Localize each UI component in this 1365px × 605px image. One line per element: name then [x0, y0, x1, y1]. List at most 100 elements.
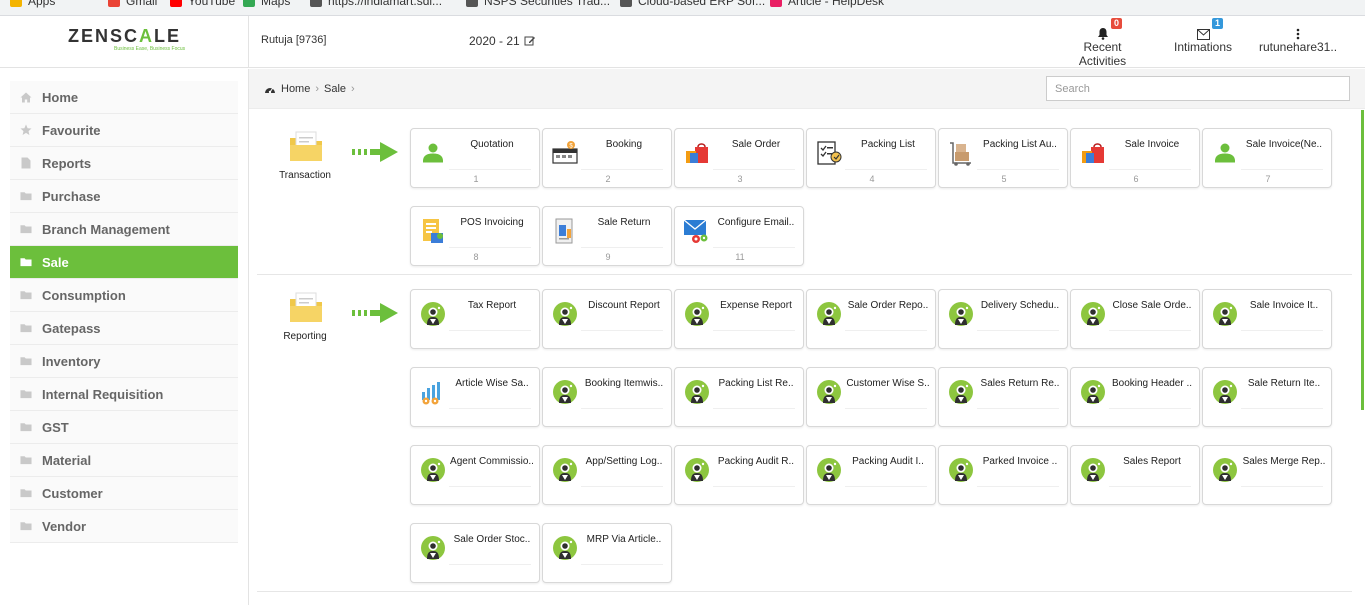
intimations-button[interactable]: 1 Intimations [1173, 18, 1233, 54]
home-icon [20, 92, 32, 103]
module-tile[interactable]: Close Sale Orde.. [1070, 289, 1200, 349]
bookmark-item[interactable]: YouTube [170, 0, 235, 8]
sidebar-item-gatepass[interactable]: Gatepass [10, 312, 238, 345]
account-label: rutunehare31.. [1258, 40, 1338, 54]
module-tile[interactable]: Packing Audit I.. [806, 445, 936, 505]
sidebar-item-material[interactable]: Material [10, 444, 238, 477]
bookmark-item[interactable]: Maps [243, 0, 290, 8]
module-tile[interactable]: Tax Report [410, 289, 540, 349]
bookmark-item[interactable]: https://indiamart.sdi... [310, 0, 442, 8]
sidebar-item-purchase[interactable]: Purchase [10, 180, 238, 213]
module-tile[interactable]: Article Wise Sa.. [410, 367, 540, 427]
module-tile[interactable]: Sale Order 3 [674, 128, 804, 188]
tile-divider [449, 486, 531, 487]
module-tile[interactable]: Booking Itemwis.. [542, 367, 672, 427]
module-tile[interactable]: Sale Invoice 6 [1070, 128, 1200, 188]
account-menu[interactable]: rutunehare31.. [1258, 22, 1338, 54]
tile-label: MRP Via Article.. [586, 534, 662, 545]
folder-icon [20, 290, 32, 300]
breadcrumb: Home › Sale › [264, 83, 355, 95]
module-tile[interactable]: Sale Return 9 [542, 206, 672, 266]
search-input[interactable] [1046, 76, 1350, 101]
sidebar-item-gst[interactable]: GST [10, 411, 238, 444]
module-tile[interactable]: Customer Wise S.. [806, 367, 936, 427]
app-header: ZENSCALE Business Ease, Business Focus R… [0, 16, 1365, 68]
module-tile[interactable]: Parked Invoice .. [938, 445, 1068, 505]
tile-divider [845, 169, 927, 170]
module-tile[interactable]: Sale Return Ite.. [1202, 367, 1332, 427]
tile-divider [449, 247, 531, 248]
module-tile[interactable]: POS Invoicing 8 [410, 206, 540, 266]
logo[interactable]: ZENSCALE [68, 26, 181, 47]
bookmark-item[interactable]: Cloud-based ERP Sof... [620, 0, 765, 8]
envelope-icon [1196, 29, 1210, 40]
report-person-icon [419, 534, 447, 562]
bookmark-item[interactable]: Apps [10, 0, 55, 8]
module-tile[interactable]: App/Setting Log.. [542, 445, 672, 505]
breadcrumb-current[interactable]: Sale [324, 83, 346, 95]
shopping-bag-icon [683, 139, 711, 167]
breadcrumb-home[interactable]: Home [281, 83, 310, 95]
module-tile[interactable]: Sale Invoice It.. [1202, 289, 1332, 349]
user-info: Rutuja [9736] [261, 34, 327, 46]
sidebar-item-consumption[interactable]: Consumption [10, 279, 238, 312]
sidebar-item-inventory[interactable]: Inventory [10, 345, 238, 378]
sidebar-item-label: Inventory [42, 353, 101, 369]
bookmark-item[interactable]: NSPS Securities Trad... [466, 0, 610, 8]
bookmark-icon [170, 0, 182, 7]
module-tile[interactable]: $ Booking 2 [542, 128, 672, 188]
module-tile[interactable]: MRP Via Article.. [542, 523, 672, 583]
bookmark-label: Apps [28, 0, 56, 8]
module-tile[interactable]: Sale Invoice(Ne.. 7 [1202, 128, 1332, 188]
module-tile[interactable]: Quotation 1 [410, 128, 540, 188]
module-tile[interactable]: Sales Return Re.. [938, 367, 1068, 427]
recent-activities-button[interactable]: 0 Recent Activities [1060, 18, 1145, 68]
financial-year[interactable]: 2020 - 21 [469, 34, 536, 48]
sidebar-item-label: Home [42, 89, 79, 105]
sidebar-item-branch-management[interactable]: Branch Management [10, 213, 238, 246]
breadcrumb-separator: › [351, 83, 355, 95]
tile-divider [845, 330, 927, 331]
module-tile[interactable]: Sale Order Stoc.. [410, 523, 540, 583]
sidebar-item-home[interactable]: Home [10, 81, 238, 114]
pos-icon [419, 217, 447, 245]
folder-icon [288, 289, 322, 323]
module-tile[interactable]: Configure Email.. 11 [674, 206, 804, 266]
module-tile[interactable]: Packing List Au.. 5 [938, 128, 1068, 188]
tile-label: Discount Report [588, 300, 660, 311]
tile-label: App/Setting Log.. [585, 456, 663, 467]
tile-divider [1109, 486, 1191, 487]
module-tile[interactable]: Expense Report [674, 289, 804, 349]
sidebar-item-reports[interactable]: Reports [10, 147, 238, 180]
sidebar-item-vendor[interactable]: Vendor [10, 510, 238, 543]
module-tile[interactable]: Discount Report [542, 289, 672, 349]
sidebar-item-customer[interactable]: Customer [10, 477, 238, 510]
report-person-icon [1211, 456, 1239, 484]
module-tile[interactable]: Booking Header .. [1070, 367, 1200, 427]
module-tile[interactable]: Packing Audit R.. [674, 445, 804, 505]
module-tile[interactable]: Packing List Re.. [674, 367, 804, 427]
sidebar-item-sale[interactable]: Sale [10, 246, 238, 279]
module-tile[interactable]: Delivery Schedu.. [938, 289, 1068, 349]
module-tile[interactable]: Sales Merge Rep.. [1202, 445, 1332, 505]
folder-icon [20, 257, 32, 267]
module-tile[interactable]: Agent Commissio.. [410, 445, 540, 505]
tile-divider [449, 169, 531, 170]
folder-icon [20, 488, 32, 498]
tile-divider [977, 330, 1059, 331]
bookmark-item[interactable]: Article - HelpDesk [770, 0, 884, 8]
group-label: Reporting [283, 331, 327, 342]
tile-divider [1241, 330, 1323, 331]
tile-divider [1109, 330, 1191, 331]
sidebar-item-favourite[interactable]: Favourite [10, 114, 238, 147]
bookmark-item[interactable]: Gmail [108, 0, 157, 8]
scrollbar[interactable] [1361, 110, 1364, 410]
report-person-icon [551, 300, 579, 328]
sidebar-item-internal-requisition[interactable]: Internal Requisition [10, 378, 238, 411]
module-tile[interactable]: Sale Order Repo.. [806, 289, 936, 349]
module-tile[interactable]: Sales Report [1070, 445, 1200, 505]
module-tile[interactable]: Packing List 4 [806, 128, 936, 188]
edit-icon[interactable] [524, 35, 536, 47]
chart-gear-icon [419, 378, 447, 406]
bookmark-label: Maps [261, 0, 291, 8]
